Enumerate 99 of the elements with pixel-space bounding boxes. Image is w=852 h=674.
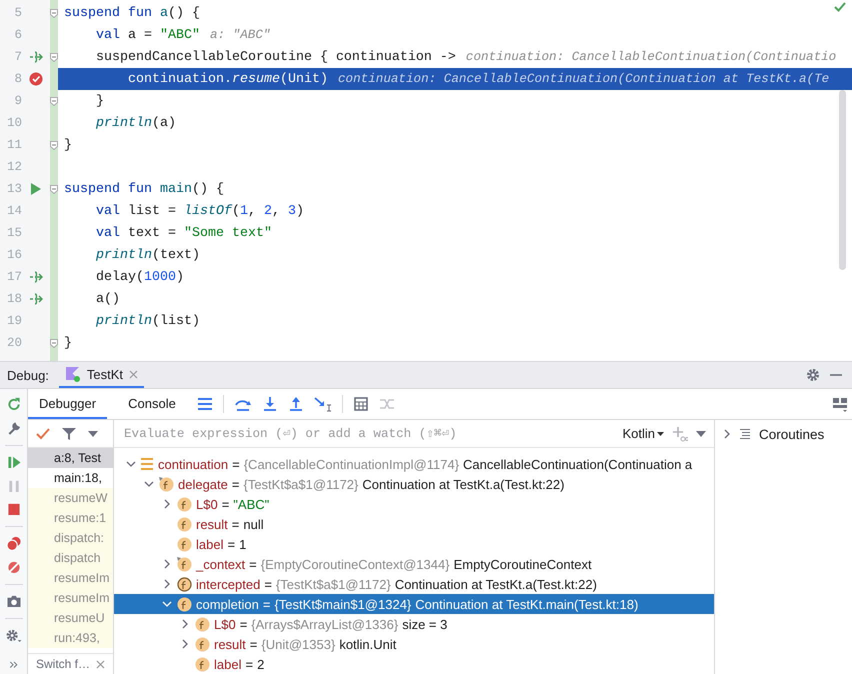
line-number: 13	[6, 181, 22, 198]
caret-icon[interactable]	[88, 430, 98, 436]
stack-frame[interactable]: dispatch:	[28, 528, 113, 548]
code-text: suspend fun main() {	[64, 182, 224, 196]
breakpoints-icon[interactable]	[6, 536, 22, 552]
code-text: println(list)	[94, 314, 200, 328]
variable-text: intercepted = {TestKt$a$1@1172} Continuation at TestKt.a(Test.kt:22)	[196, 576, 597, 592]
run-tab[interactable]: TestKt	[58, 362, 144, 388]
settings-icon[interactable]	[4, 628, 22, 643]
code-text: val text = "Some text"	[94, 226, 272, 240]
code-text: suspend fun a() {	[64, 6, 200, 20]
fold-marker-icon[interactable]	[50, 184, 58, 194]
line-number: 9	[13, 93, 22, 110]
language-dropdown[interactable]: Kotlin	[622, 426, 664, 441]
scrollbar[interactable]	[839, 90, 846, 270]
code-text: }	[94, 94, 104, 108]
line-number: 16	[6, 247, 22, 264]
code-text: }	[64, 336, 72, 350]
variable-text: label = 2	[214, 656, 264, 672]
variable-text: L$0 = "ABC"	[196, 496, 270, 512]
inline-value-hint: continuation: CancellableContinuation(Continuatio	[466, 50, 836, 64]
coroutines-label[interactable]: Coroutines	[759, 426, 824, 442]
inline-value-hint: a: "ABC"	[210, 28, 270, 42]
stack-frame[interactable]: main:18,	[28, 468, 113, 488]
stack-frame[interactable]: run:493,	[28, 628, 113, 648]
evaluate-expression-field[interactable]: Evaluate expression (⏎) or add a watch (⇧⌘⏎)	[122, 426, 614, 442]
variable-text: completion = {TestKt$main$1@1324} Continuation at TestKt.main(Test.kt:18)	[196, 596, 638, 612]
variable-text: delegate = {TestKt$a$1@1172} Continuation at TestKt.a(Test.kt:22)	[178, 476, 564, 492]
line-number: 7	[13, 49, 22, 66]
code-text: delay(1000)	[94, 270, 184, 284]
settings-icon[interactable]	[806, 368, 820, 382]
line-number: 18	[6, 291, 22, 308]
run-to-cursor-icon[interactable]	[314, 396, 332, 412]
check-icon	[834, 2, 846, 12]
code-editor[interactable]	[0, 0, 852, 362]
camera-icon[interactable]	[6, 594, 22, 609]
variable-text: L$0 = {Arrays$ArrayList@1336} size = 3	[214, 616, 448, 632]
line-number: 15	[6, 225, 22, 242]
fold-marker-icon[interactable]	[50, 140, 58, 150]
step-into-icon[interactable]	[262, 396, 278, 412]
variable-text: result = null	[196, 516, 264, 532]
variable-text: result = {Unit@1353} kotlin.Unit	[214, 636, 396, 652]
line-number: 19	[6, 313, 22, 330]
variable-text: _context = {EmptyCoroutineContext@1344} EmptyCoroutineContext	[196, 556, 592, 572]
debugger-tab[interactable]: Debugger	[28, 389, 108, 419]
debugger-tab[interactable]: Console	[117, 389, 187, 419]
fold-marker-icon[interactable]	[50, 96, 58, 106]
rerun-icon[interactable]	[6, 397, 22, 412]
layout-icon[interactable]	[832, 396, 848, 412]
code-text: continuation.resume(Unit)	[126, 72, 328, 86]
wrench-icon[interactable]	[6, 420, 22, 436]
resume-icon[interactable]	[6, 454, 22, 470]
code-text: println(a)	[94, 116, 176, 130]
fold-marker-icon[interactable]	[50, 8, 58, 18]
close-icon[interactable]	[96, 660, 106, 668]
run-icon[interactable]	[31, 183, 41, 195]
fold-marker-icon[interactable]	[50, 52, 58, 62]
line-number: 11	[6, 137, 22, 154]
more-icon[interactable]	[8, 660, 18, 668]
code-text: val list = listOf(1, 2, 3)	[94, 204, 304, 218]
line-number: 17	[6, 269, 22, 286]
calculator-icon[interactable]	[352, 396, 369, 412]
line-number: 5	[13, 5, 22, 22]
fold-marker-icon[interactable]	[50, 338, 58, 348]
close-icon[interactable]	[129, 370, 138, 378]
code-text: }	[64, 138, 72, 152]
step-out-icon[interactable]	[288, 396, 304, 412]
switch-frames-label[interactable]: Switch f…	[36, 657, 90, 671]
code-text: val a = "ABC"	[94, 28, 200, 42]
stack-frame[interactable]: a:8, Test	[28, 448, 113, 468]
mute-breakpoints-icon[interactable]	[6, 560, 22, 575]
caret-icon	[657, 432, 664, 436]
caret-icon[interactable]	[696, 430, 706, 436]
kotlin-icon	[64, 366, 81, 382]
line-number: 10	[6, 115, 22, 132]
filter-icon[interactable]	[62, 426, 76, 440]
stop-icon[interactable]	[6, 502, 22, 518]
list-icon	[739, 428, 751, 440]
variable-text: continuation = {CancellableContinuationImpl@1174} CancellableContinuation(Continuation a	[158, 456, 692, 472]
line-number: 14	[6, 203, 22, 220]
stack-frame[interactable]: resumeU	[28, 608, 113, 628]
breakpoint-icon[interactable]	[29, 72, 43, 86]
code-text: a()	[94, 292, 120, 306]
code-text: println(text)	[94, 248, 200, 262]
stack-frame[interactable]: dispatch	[28, 548, 113, 568]
line-number: 20	[6, 335, 22, 352]
menu-icon[interactable]	[196, 397, 213, 411]
check-icon[interactable]	[36, 428, 50, 440]
code-text: suspendCancellableCoroutine { continuation ->	[94, 50, 456, 64]
variable-text: label = 1	[196, 536, 246, 552]
line-number: 12	[6, 159, 22, 176]
inline-value-hint: continuation: CancellableContinuation(Continuation at TestKt.a(Te	[338, 72, 830, 86]
panel-title: Debug:	[7, 368, 49, 382]
stack-frame[interactable]: resume:1	[28, 508, 113, 528]
stack-frame[interactable]: resumeIm	[28, 588, 113, 608]
stack-frame[interactable]: resumeW	[28, 488, 113, 508]
line-number: 8	[13, 71, 22, 88]
stack-frame[interactable]: resumeIm	[28, 568, 113, 588]
line-number: 6	[13, 27, 22, 44]
